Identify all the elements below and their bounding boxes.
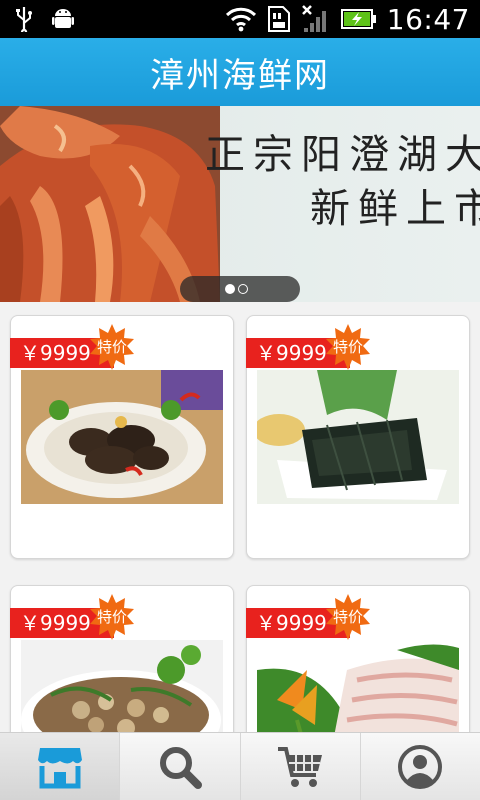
usb-icon bbox=[16, 7, 32, 32]
product-image-seaweed bbox=[257, 370, 459, 504]
store-icon bbox=[37, 747, 82, 788]
no-signal-icon bbox=[301, 5, 326, 32]
special-offer-badge: 特价 bbox=[89, 324, 135, 370]
special-offer-badge: 特价 bbox=[325, 324, 371, 370]
tab-profile[interactable] bbox=[361, 733, 480, 800]
product-card[interactable]: ￥9999 特价 bbox=[246, 315, 470, 559]
banner-headline: 正宗阳澄湖大 bbox=[205, 132, 480, 178]
status-bar: 16:47 bbox=[0, 0, 480, 38]
banner-subheadline: 新鲜上市 bbox=[310, 186, 480, 232]
tab-store[interactable] bbox=[0, 733, 121, 800]
pager-dot-active bbox=[225, 284, 235, 294]
product-image-sea-cucumber bbox=[21, 370, 223, 504]
title-bar: 漳州海鲜网 bbox=[0, 38, 480, 106]
profile-icon bbox=[398, 744, 443, 789]
badge-label: 特价 bbox=[96, 608, 127, 626]
wifi-icon bbox=[225, 7, 256, 32]
crab-image bbox=[0, 106, 220, 302]
android-debug-icon bbox=[52, 9, 74, 28]
badge-label: 特价 bbox=[332, 608, 363, 626]
product-card[interactable]: ￥9999 特价 bbox=[10, 315, 234, 559]
sd-card-icon bbox=[267, 6, 290, 32]
banner-pager bbox=[180, 276, 300, 302]
page-title: 漳州海鲜网 bbox=[150, 55, 330, 96]
special-offer-badge: 特价 bbox=[89, 594, 135, 640]
special-offer-badge: 特价 bbox=[325, 594, 371, 640]
promo-banner[interactable]: 正宗阳澄湖大 新鲜上市 bbox=[0, 106, 480, 302]
badge-label: 特价 bbox=[332, 338, 363, 356]
status-time: 16:47 bbox=[386, 2, 470, 36]
cart-icon bbox=[278, 746, 323, 787]
battery-charging-icon bbox=[340, 9, 376, 29]
search-icon bbox=[159, 746, 202, 789]
pager-dot bbox=[238, 284, 248, 294]
tab-cart[interactable] bbox=[241, 733, 361, 800]
tab-search[interactable] bbox=[120, 733, 241, 800]
badge-label: 特价 bbox=[96, 338, 127, 356]
bottom-nav bbox=[0, 732, 480, 800]
